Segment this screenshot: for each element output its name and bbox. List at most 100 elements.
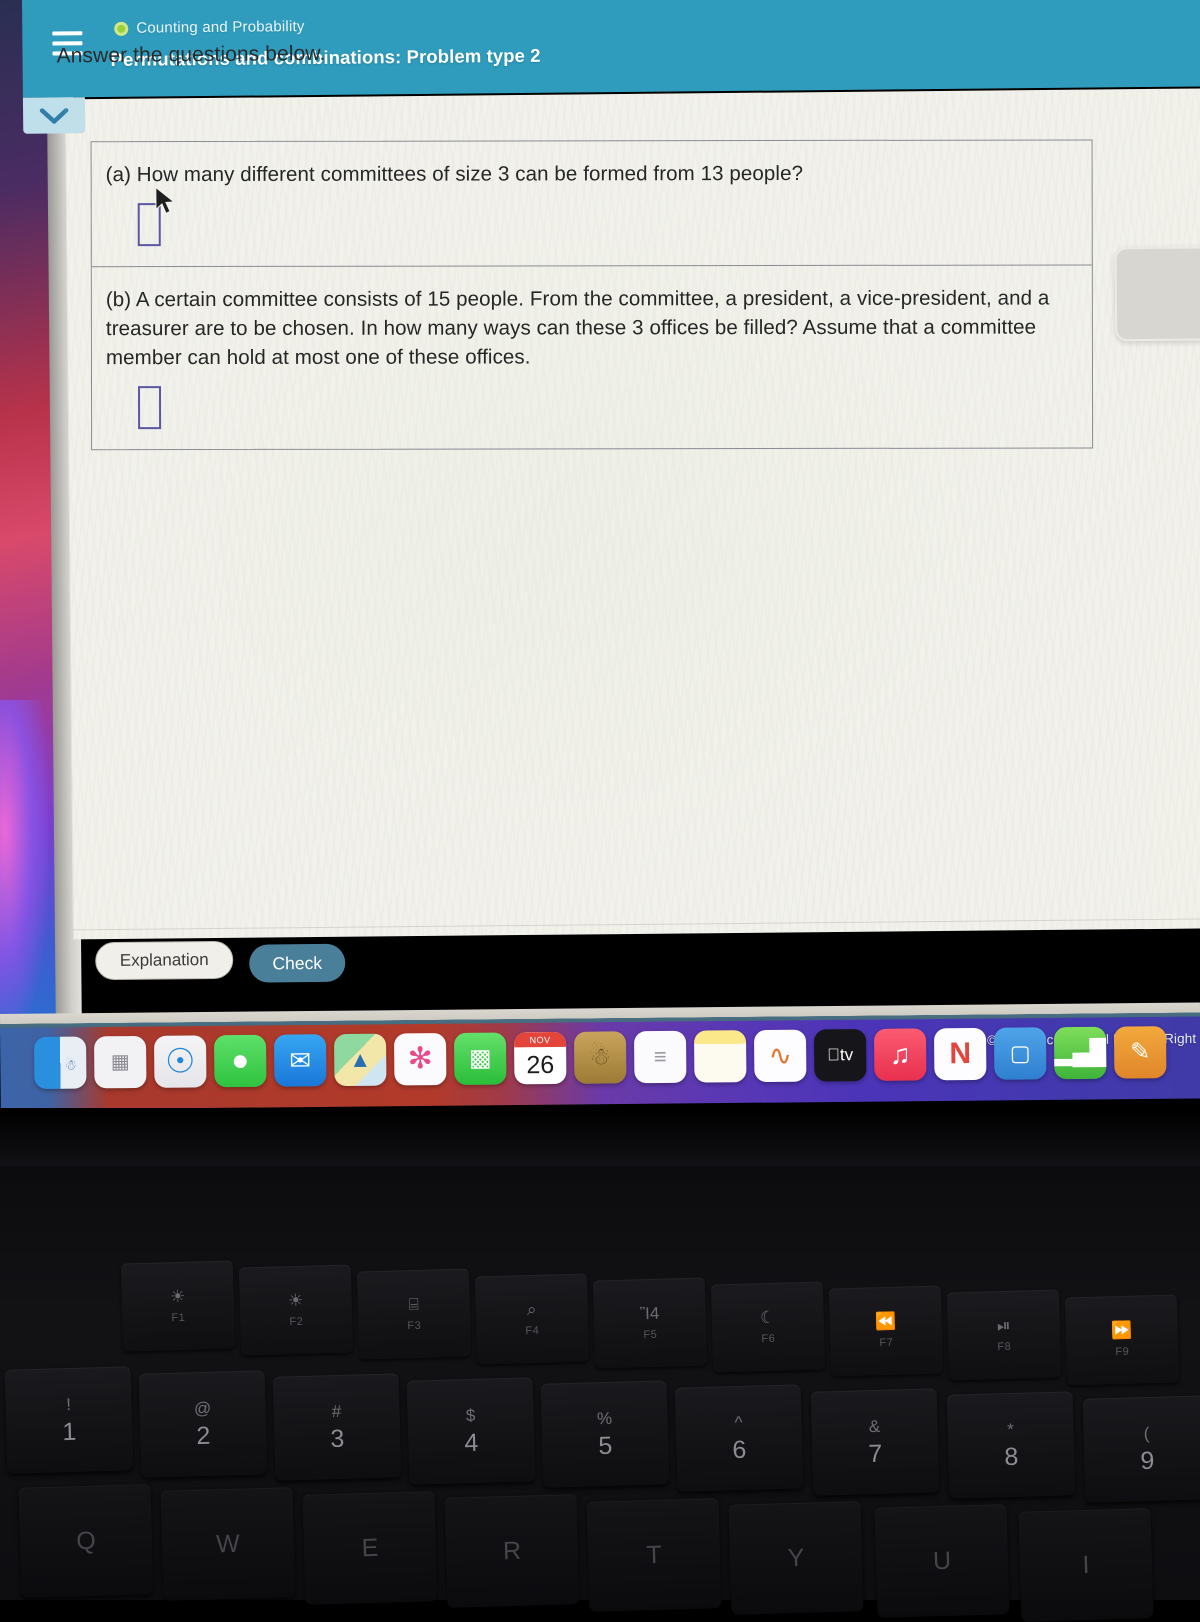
key-digit: 6 <box>731 1435 747 1464</box>
key-letter: T <box>645 1539 663 1569</box>
calendar-month-label: NOV <box>513 1031 567 1048</box>
dock-item-photos[interactable]: ✻ <box>393 1033 447 1086</box>
side-panel-partial[interactable]: × <box>1114 246 1200 342</box>
do-not-disturb-moon-icon: ☾ <box>759 1307 776 1328</box>
answer-input-b[interactable] <box>138 386 162 430</box>
dock-item-maps[interactable]: ▲ <box>333 1033 387 1087</box>
key-2[interactable]: @2 <box>138 1369 268 1478</box>
news-n-icon: N <box>949 1037 972 1071</box>
key-shift-symbol: ! <box>65 1394 72 1414</box>
question-part-a: (a) How many different committees of siz… <box>91 140 1092 268</box>
question-part-b: (b) A certain committee consists of 15 p… <box>92 266 1092 450</box>
dock-item-apple-tv[interactable]: tv <box>813 1029 867 1082</box>
key-letter: R <box>502 1536 522 1565</box>
key-digit: 1 <box>61 1417 77 1446</box>
dock-item-reminders[interactable]: ≡ <box>633 1030 687 1084</box>
key-f6[interactable]: ☾ F6 <box>710 1281 826 1373</box>
key-f7[interactable]: ⏪ F7 <box>828 1285 944 1377</box>
checklist-icon: ≡ <box>653 1043 667 1070</box>
check-button[interactable]: Check <box>249 943 346 983</box>
bar-chart-icon: ▂▄█ <box>1053 1038 1107 1067</box>
squiggle-icon: ∿ <box>768 1039 793 1071</box>
dock-item-safari[interactable]: ☉ <box>153 1035 207 1088</box>
key-digit: 3 <box>329 1424 345 1453</box>
dock-item-messages[interactable]: ● <box>213 1034 267 1088</box>
key-label: F2 <box>289 1315 304 1329</box>
key-f9[interactable]: ⏩ F9 <box>1064 1294 1180 1386</box>
calendar-day-label: 26 <box>526 1051 555 1080</box>
person-icon: ☃ <box>589 1043 612 1071</box>
key-shift-symbol: ( <box>1143 1423 1150 1443</box>
key-6[interactable]: ^ 6 <box>674 1384 804 1492</box>
key-9[interactable]: (9 <box>1082 1395 1200 1503</box>
topic-breadcrumb: Counting and Probability <box>114 18 305 37</box>
explanation-button[interactable]: Explanation <box>95 940 234 981</box>
key-q[interactable]: Q <box>18 1484 154 1598</box>
key-letter: W <box>215 1529 241 1559</box>
key-w[interactable]: W <box>160 1487 296 1602</box>
dock-item-freeform[interactable]: ∿ <box>753 1029 807 1083</box>
key-label: F1 <box>171 1311 186 1325</box>
dock-item-facetime[interactable]: ▩ <box>453 1032 507 1085</box>
pen-icon: ✎ <box>1130 1038 1151 1066</box>
dock-icon-list: ☃ ▦ ☉ ● ✉ ▲ ✻ ▩ NOV 26 ☃ ≡ ∿ tv ♫ N ▢ ▂▄█ ✎ <box>34 1026 1167 1089</box>
question-a-text: (a) How many different committees of siz… <box>105 161 804 187</box>
key-digit: 7 <box>867 1438 883 1468</box>
question-b-text: (b) A certain committee consists of 15 p… <box>105 286 1050 370</box>
key-f3[interactable]: ⌸ F3 <box>356 1268 472 1360</box>
key-f4[interactable]: ⌕ F4 <box>474 1273 590 1365</box>
key-7[interactable]: & 7 <box>810 1387 940 1496</box>
dock-item-news[interactable]: N <box>933 1027 987 1081</box>
mouse-pointer-icon <box>155 186 176 215</box>
dock-item-music[interactable]: ♫ <box>873 1028 927 1081</box>
collapse-panel-button[interactable] <box>22 97 86 134</box>
dock-item-finder[interactable]: ☃ <box>34 1036 87 1089</box>
fast-forward-icon: ⏩ <box>1110 1320 1133 1340</box>
key-letter: I <box>1082 1550 1090 1579</box>
key-r[interactable]: R <box>444 1494 580 1609</box>
key-3[interactable]: #3 <box>272 1373 402 1481</box>
key-label: F3 <box>407 1320 422 1333</box>
dock-item-pages[interactable]: ✎ <box>1113 1026 1167 1079</box>
key-8[interactable]: * 8 <box>946 1391 1076 1499</box>
key-f8[interactable]: ⏯ F8 <box>946 1289 1062 1381</box>
key-1[interactable]: ! 1 <box>4 1366 134 1474</box>
key-shift-symbol: & <box>868 1415 881 1436</box>
key-f1[interactable]: ☀ F1 <box>120 1260 236 1352</box>
apple-tv-glyph: tv <box>827 1045 853 1065</box>
key-label: F7 <box>879 1336 894 1350</box>
finder-face-icon: ☃ <box>64 1056 77 1073</box>
key-label: F6 <box>761 1332 776 1346</box>
brightness-up-icon: ☀ <box>287 1290 304 1311</box>
dock-item-notes[interactable] <box>693 1030 747 1083</box>
key-digit: 2 <box>195 1420 211 1450</box>
key-label: F5 <box>643 1328 658 1341</box>
envelope-icon: ✉ <box>289 1045 312 1076</box>
speech-bubble-icon: ● <box>231 1043 250 1078</box>
key-y[interactable]: Y <box>728 1501 864 1615</box>
key-f2[interactable]: ☀ F2 <box>238 1264 354 1356</box>
key-f5[interactable]: Ἲ4 F5 <box>592 1277 708 1369</box>
music-note-icon: ♫ <box>889 1038 911 1070</box>
laptop-screen: Counting and Probability Permutations an… <box>0 0 1200 1035</box>
key-t[interactable]: T <box>586 1497 722 1612</box>
key-letter: Y <box>787 1543 805 1572</box>
dock-item-mail[interactable]: ✉ <box>273 1034 327 1087</box>
key-4[interactable]: $4 <box>406 1377 536 1485</box>
podium-icon: ▢ <box>1009 1040 1031 1066</box>
dock-item-calendar[interactable]: NOV 26 <box>513 1031 567 1085</box>
green-circle-bullet-icon <box>114 21 129 36</box>
key-i[interactable]: I <box>1018 1507 1154 1622</box>
dock-item-numbers[interactable]: ▂▄█ <box>1053 1026 1107 1080</box>
key-e[interactable]: E <box>302 1490 438 1605</box>
key-letter: Q <box>75 1526 97 1555</box>
key-digit: 9 <box>1139 1446 1155 1475</box>
key-digit: 4 <box>463 1428 479 1457</box>
key-digit: 5 <box>597 1431 613 1461</box>
map-pin-icon: ▲ <box>349 1046 372 1072</box>
dock-item-launchpad[interactable]: ▦ <box>93 1035 147 1089</box>
key-u[interactable]: U <box>874 1504 1010 1619</box>
dock-item-keynote[interactable]: ▢ <box>993 1027 1047 1080</box>
key-5[interactable]: % 5 <box>540 1380 670 1489</box>
dock-item-contacts[interactable]: ☃ <box>573 1031 627 1084</box>
